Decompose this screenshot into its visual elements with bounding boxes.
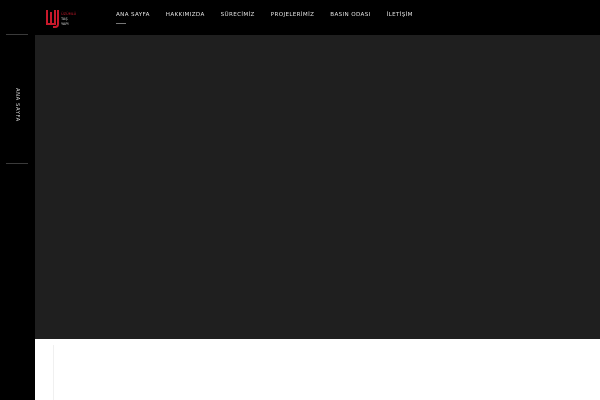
nav-item-label: SÜRECİMİZ — [220, 12, 255, 18]
nav-item-label: ANA SAYFA — [116, 12, 150, 18]
main-nav: ANA SAYFA HAKKIMIZDA SÜRECİMİZ PROJELERİ… — [110, 0, 429, 34]
nav-item-ana-sayfa[interactable]: ANA SAYFA — [116, 0, 150, 24]
site-logo[interactable]: ÜZÜMLÜ TAŞ YAPI — [44, 9, 80, 29]
nav-item-label: İLETİŞİM — [386, 12, 413, 18]
current-page-label: ANA SAYFA — [14, 88, 20, 122]
nav-item-basin-odasi[interactable]: BASIN ODASI — [330, 0, 370, 18]
nav-item-surecimiz[interactable]: SÜRECİMİZ — [221, 0, 255, 18]
content-divider — [53, 345, 54, 400]
site-header: ÜZÜMLÜ TAŞ YAPI ANA SAYFA HAKKIMIZDA SÜR… — [0, 0, 600, 34]
page-content — [35, 339, 600, 400]
wj-logo-icon: ÜZÜMLÜ TAŞ YAPI — [46, 10, 77, 28]
left-sidebar: ANA SAYFA — [0, 34, 34, 400]
sidebar-divider-bottom — [6, 163, 28, 164]
nav-item-projelerimiz[interactable]: PROJELERİMİZ — [271, 0, 315, 18]
logo-text-line-1: ÜZÜMLÜ — [61, 11, 77, 16]
hero-slider[interactable] — [35, 35, 600, 339]
nav-item-label: BASIN ODASI — [330, 12, 371, 18]
page: ÜZÜMLÜ TAŞ YAPI ANA SAYFA HAKKIMIZDA SÜR… — [0, 0, 600, 400]
active-indicator — [116, 23, 126, 24]
nav-item-label: PROJELERİMİZ — [270, 12, 315, 18]
nav-item-iletisim[interactable]: İLETİŞİM — [387, 0, 413, 18]
logo-text-line-2: TAŞ — [60, 17, 68, 21]
logo-text-line-3: YAPI — [61, 22, 69, 26]
nav-item-hakkimizda[interactable]: HAKKIMIZDA — [166, 0, 205, 18]
nav-item-label: HAKKIMIZDA — [165, 12, 205, 18]
sidebar-divider-top — [6, 34, 28, 35]
